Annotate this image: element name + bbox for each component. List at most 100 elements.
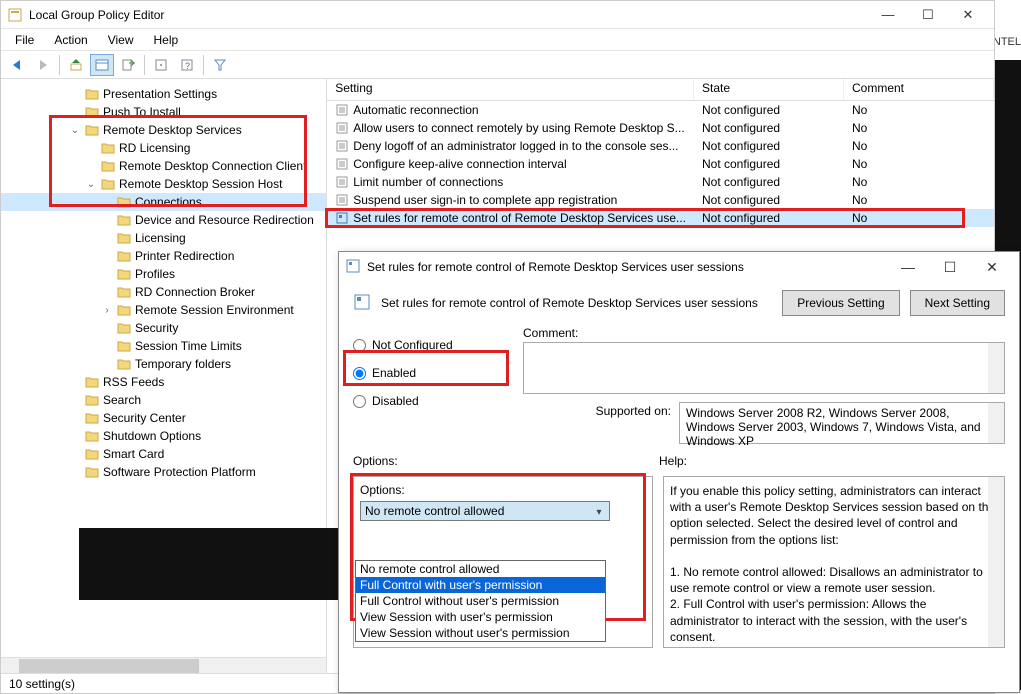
tree-item[interactable]: Security bbox=[1, 319, 326, 337]
options-combo[interactable]: No remote control allowed ▾ bbox=[360, 501, 610, 521]
tree-item[interactable]: Remote Desktop Connection Client bbox=[1, 157, 326, 175]
list-row[interactable]: Limit number of connectionsNot configure… bbox=[327, 173, 994, 191]
col-comment[interactable]: Comment bbox=[844, 79, 994, 100]
forward-button[interactable] bbox=[31, 54, 55, 76]
tree-item[interactable]: Printer Redirection bbox=[1, 247, 326, 265]
tree-item[interactable]: Security Center bbox=[1, 409, 326, 427]
tree-item[interactable]: Connections bbox=[1, 193, 326, 211]
help-scrollbar[interactable] bbox=[988, 477, 1004, 647]
up-button[interactable] bbox=[64, 54, 88, 76]
dialog-minimize[interactable]: — bbox=[887, 253, 929, 281]
tree-item[interactable]: Shutdown Options bbox=[1, 427, 326, 445]
tree-label: Remote Session Environment bbox=[135, 303, 294, 317]
menu-help[interactable]: Help bbox=[144, 31, 189, 49]
setting-name: Deny logoff of an administrator logged i… bbox=[353, 139, 678, 153]
properties-button[interactable] bbox=[149, 54, 173, 76]
chevron-down-icon[interactable]: ⌄ bbox=[85, 179, 97, 190]
tree-item[interactable]: Device and Resource Redirection bbox=[1, 211, 326, 229]
radio-not-configured[interactable]: Not Configured bbox=[353, 334, 513, 356]
radio-enabled-label: Enabled bbox=[372, 366, 416, 380]
tree-item[interactable]: Temporary folders bbox=[1, 355, 326, 373]
filter-button[interactable] bbox=[208, 54, 232, 76]
list-row[interactable]: Automatic reconnectionNot configuredNo bbox=[327, 101, 994, 119]
setting-icon bbox=[335, 157, 349, 171]
help-button[interactable]: ? bbox=[175, 54, 199, 76]
chevron-down-icon[interactable]: ⌄ bbox=[69, 125, 81, 136]
dialog-maximize[interactable]: ☐ bbox=[929, 253, 971, 281]
menu-view[interactable]: View bbox=[98, 31, 144, 49]
dialog-titlebar[interactable]: Set rules for remote control of Remote D… bbox=[339, 252, 1019, 282]
tree-item[interactable]: Session Time Limits bbox=[1, 337, 326, 355]
tree-label: Push To Install bbox=[103, 105, 181, 119]
maximize-button[interactable]: ☐ bbox=[908, 1, 948, 29]
tree-item[interactable]: RD Licensing bbox=[1, 139, 326, 157]
titlebar[interactable]: Local Group Policy Editor — ☐ ✕ bbox=[1, 1, 994, 29]
menu-action[interactable]: Action bbox=[44, 31, 97, 49]
comment-textarea[interactable] bbox=[523, 342, 1005, 394]
tree-item[interactable]: Push To Install bbox=[1, 103, 326, 121]
comment-label: Comment: bbox=[523, 326, 1005, 340]
menu-file[interactable]: File bbox=[5, 31, 44, 49]
next-setting-button[interactable]: Next Setting bbox=[910, 290, 1005, 316]
close-button[interactable]: ✕ bbox=[948, 1, 988, 29]
combo-option[interactable]: Full Control without user's permission bbox=[356, 593, 605, 609]
folder-icon bbox=[101, 178, 115, 190]
folder-icon bbox=[85, 394, 99, 406]
tree-item[interactable]: Smart Card bbox=[1, 445, 326, 463]
tree-item[interactable]: › Remote Session Environment bbox=[1, 301, 326, 319]
tree-label: Remote Desktop Services bbox=[103, 123, 242, 137]
list-row[interactable]: Suspend user sign-in to complete app reg… bbox=[327, 191, 994, 209]
tree-label: RSS Feeds bbox=[103, 375, 164, 389]
tree-item[interactable]: ⌄ Remote Desktop Services bbox=[1, 121, 326, 139]
previous-setting-button[interactable]: Previous Setting bbox=[782, 290, 899, 316]
chevron-right-icon[interactable]: › bbox=[101, 305, 113, 316]
toolbar: ? bbox=[1, 51, 994, 79]
tree-label: Connections bbox=[135, 195, 202, 209]
tree-item[interactable]: Software Protection Platform bbox=[1, 463, 326, 481]
tree-hscrollbar[interactable] bbox=[1, 657, 326, 673]
folder-icon bbox=[117, 232, 131, 244]
setting-comment: No bbox=[844, 103, 994, 117]
tree-label: Remote Desktop Session Host bbox=[119, 177, 282, 191]
combo-option[interactable]: Full Control with user's permission bbox=[356, 577, 605, 593]
supported-scrollbar[interactable] bbox=[988, 403, 1004, 443]
back-button[interactable] bbox=[5, 54, 29, 76]
tree-item[interactable]: ⌄ Remote Desktop Session Host bbox=[1, 175, 326, 193]
folder-icon bbox=[117, 250, 131, 262]
bg-strip bbox=[79, 528, 339, 600]
supported-text: Windows Server 2008 R2, Windows Server 2… bbox=[679, 402, 1005, 444]
list-row[interactable]: Allow users to connect remotely by using… bbox=[327, 119, 994, 137]
folder-icon bbox=[117, 268, 131, 280]
tree-item[interactable]: Presentation Settings bbox=[1, 85, 326, 103]
combo-dropdown[interactable]: No remote control allowedFull Control wi… bbox=[355, 560, 606, 642]
col-setting[interactable]: Setting bbox=[327, 79, 694, 100]
tree-label: Remote Desktop Connection Client bbox=[119, 159, 306, 173]
export-button[interactable] bbox=[116, 54, 140, 76]
combo-option[interactable]: View Session without user's permission bbox=[356, 625, 605, 641]
combo-option[interactable]: View Session with user's permission bbox=[356, 609, 605, 625]
radio-disabled[interactable]: Disabled bbox=[353, 390, 513, 412]
folder-icon bbox=[85, 430, 99, 442]
tree-item[interactable]: RD Connection Broker bbox=[1, 283, 326, 301]
minimize-button[interactable]: — bbox=[868, 1, 908, 29]
folder-icon bbox=[117, 304, 131, 316]
radio-enabled[interactable]: Enabled bbox=[353, 362, 513, 384]
folder-icon bbox=[85, 106, 99, 118]
comment-scrollbar[interactable] bbox=[988, 343, 1004, 393]
list-row[interactable]: Configure keep-alive connection interval… bbox=[327, 155, 994, 173]
tree-item[interactable]: Search bbox=[1, 391, 326, 409]
tree-label: RD Connection Broker bbox=[135, 285, 255, 299]
help-label: Help: bbox=[659, 454, 687, 468]
col-state[interactable]: State bbox=[694, 79, 844, 100]
list-row[interactable]: Set rules for remote control of Remote D… bbox=[327, 209, 994, 227]
tree-item[interactable]: RSS Feeds bbox=[1, 373, 326, 391]
setting-icon bbox=[335, 139, 349, 153]
tree-label: Presentation Settings bbox=[103, 87, 217, 101]
setting-name: Configure keep-alive connection interval bbox=[353, 157, 566, 171]
tree-item[interactable]: Profiles bbox=[1, 265, 326, 283]
dialog-close[interactable]: ✕ bbox=[971, 253, 1013, 281]
tree-item[interactable]: Licensing bbox=[1, 229, 326, 247]
list-row[interactable]: Deny logoff of an administrator logged i… bbox=[327, 137, 994, 155]
list-view-button[interactable] bbox=[90, 54, 114, 76]
combo-option[interactable]: No remote control allowed bbox=[356, 561, 605, 577]
